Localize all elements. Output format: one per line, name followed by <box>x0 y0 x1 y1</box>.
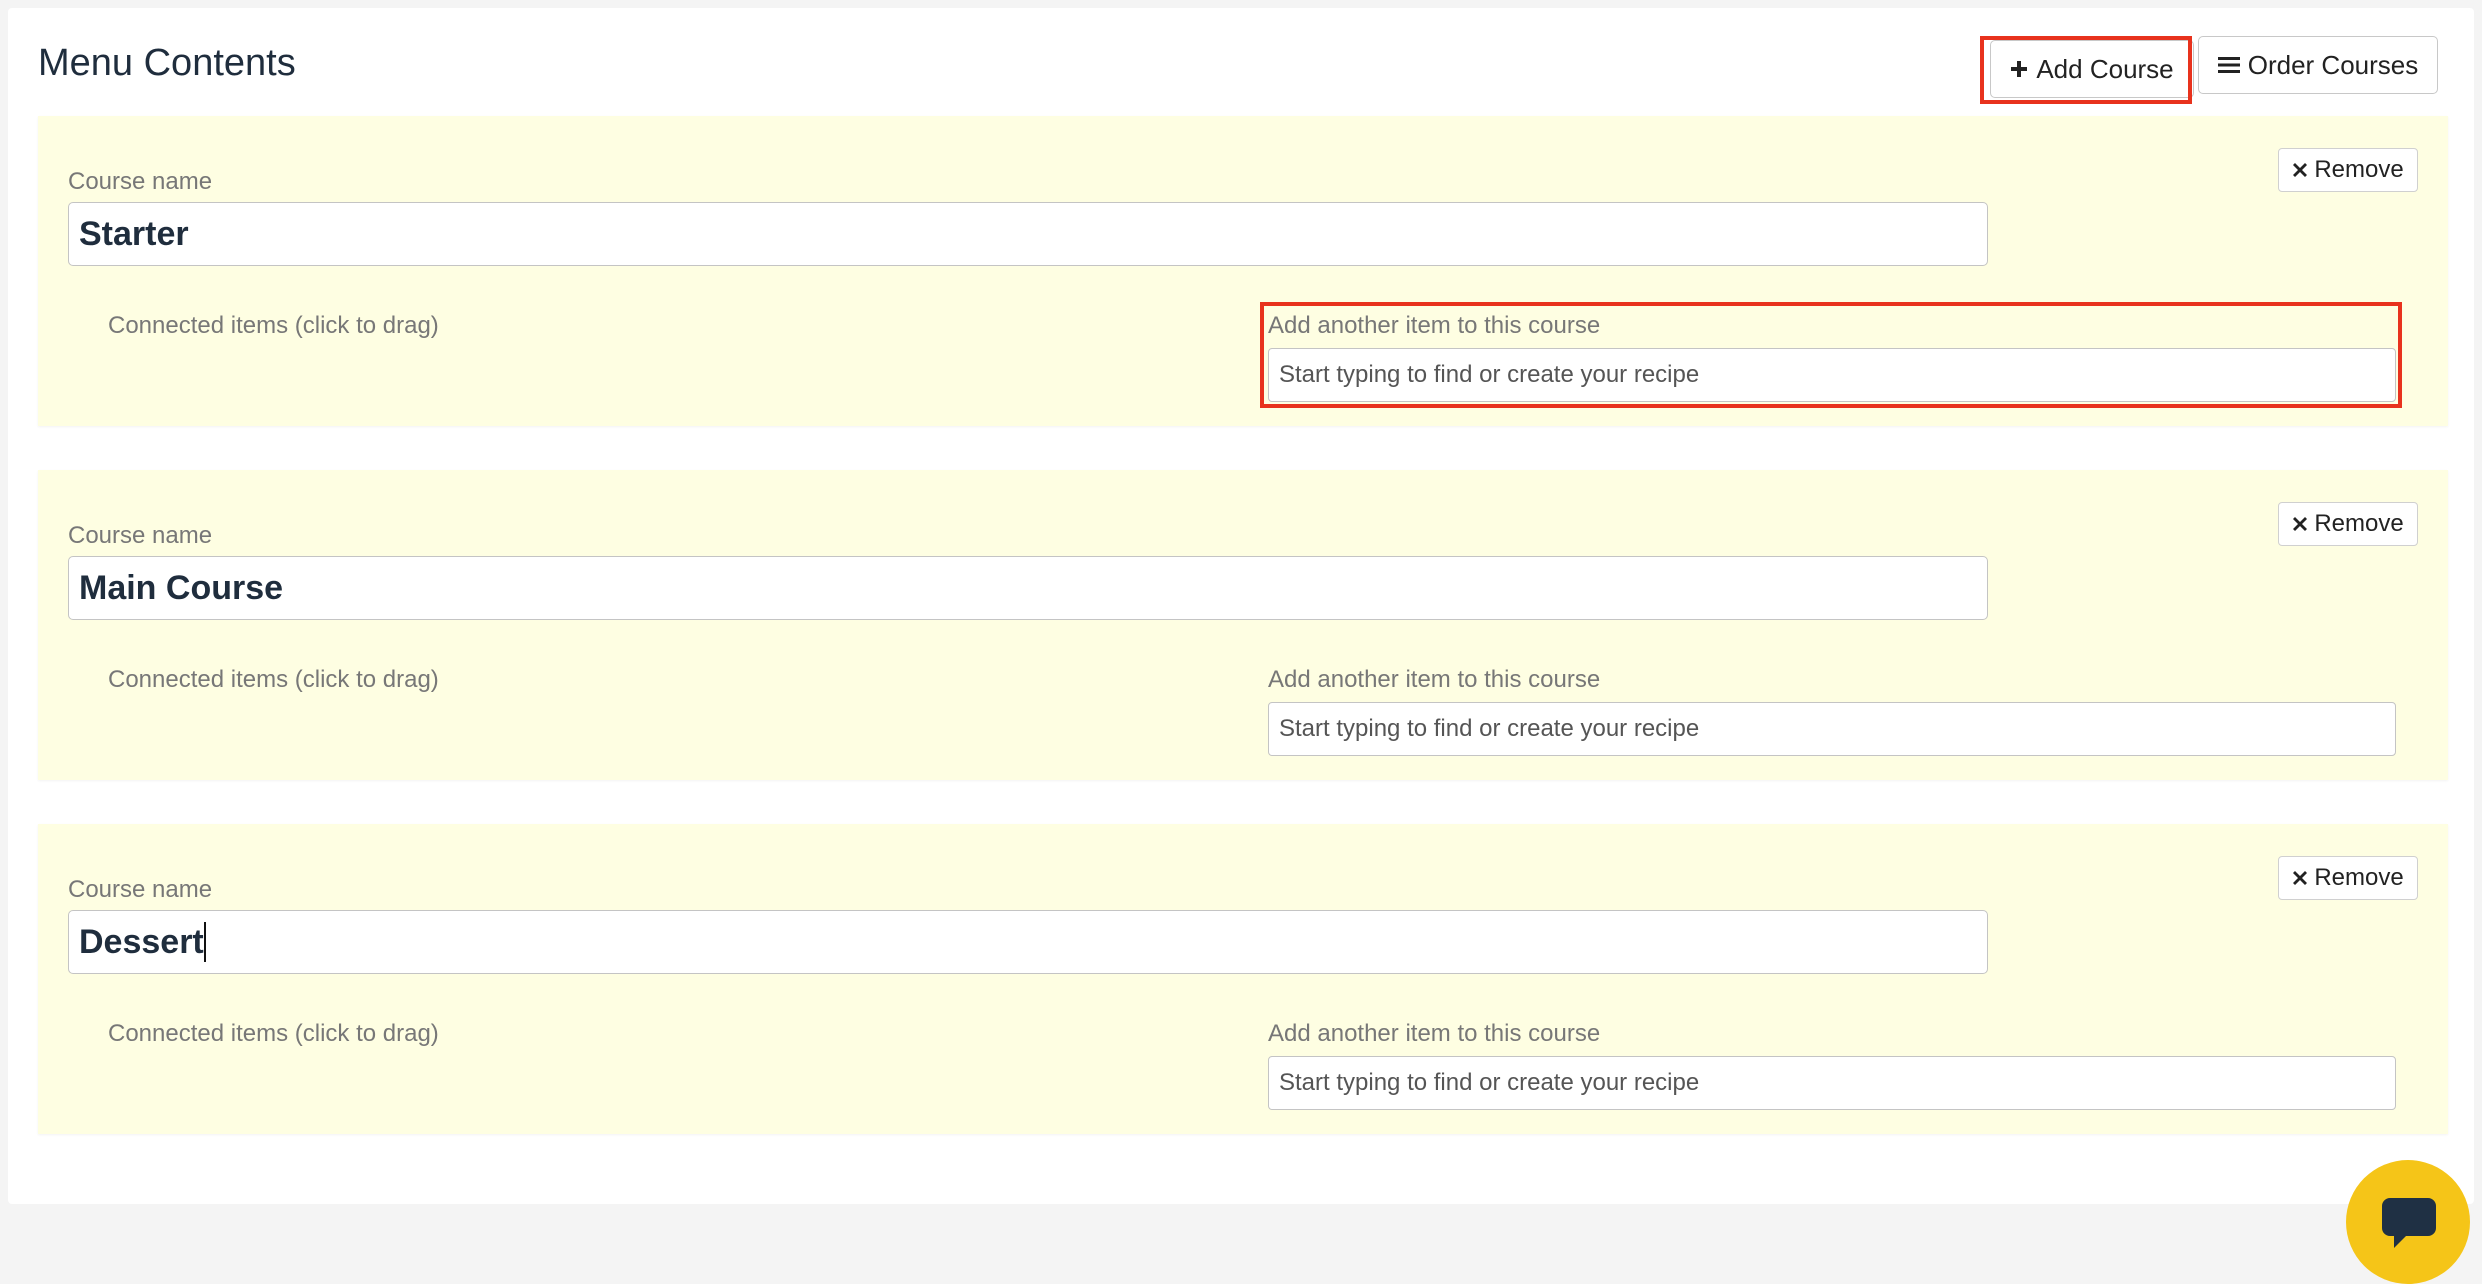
connected-items-label: Connected items (click to drag) <box>108 312 439 339</box>
add-item-label: Add another item to this course <box>1268 312 1601 339</box>
course-name-input[interactable] <box>68 910 1988 974</box>
remove-label: Remove <box>2314 864 2404 891</box>
add-item-label: Add another item to this course <box>1268 1020 1601 1047</box>
remove-course-button[interactable]: Remove <box>2278 502 2418 546</box>
course-card-starter: Course name Remove Connected items (clic… <box>38 116 2448 426</box>
course-name-label: Course name <box>68 522 213 549</box>
add-course-button[interactable]: Add Course <box>1990 40 2194 98</box>
course-name-input[interactable] <box>68 556 1988 620</box>
close-icon <box>2292 870 2308 886</box>
add-item-input[interactable] <box>1268 702 2396 756</box>
remove-label: Remove <box>2314 156 2404 183</box>
course-name-input[interactable] <box>68 202 1988 266</box>
page-title: Menu Contents <box>38 42 296 84</box>
course-card-main-course: Course name Remove Connected items (clic… <box>38 470 2448 780</box>
course-name-label: Course name <box>68 168 213 195</box>
add-course-label: Add Course <box>2036 53 2174 84</box>
list-icon <box>2217 56 2240 74</box>
chat-button[interactable] <box>2346 1160 2470 1284</box>
close-icon <box>2292 516 2308 532</box>
course-name-label: Course name <box>68 876 213 903</box>
menu-contents-panel: Menu Contents Add Course Order Courses C… <box>8 8 2474 1204</box>
plus-icon <box>2010 60 2028 78</box>
connected-items-label: Connected items (click to drag) <box>108 666 439 693</box>
order-courses-label: Order Courses <box>2247 49 2419 80</box>
connected-items-label: Connected items (click to drag) <box>108 1020 439 1047</box>
remove-label: Remove <box>2314 510 2404 537</box>
remove-course-button[interactable]: Remove <box>2278 148 2418 192</box>
order-courses-button[interactable]: Order Courses <box>2198 36 2438 94</box>
add-item-label: Add another item to this course <box>1268 666 1601 693</box>
add-item-input[interactable] <box>1268 1056 2396 1110</box>
close-icon <box>2292 162 2308 178</box>
text-cursor <box>204 922 206 962</box>
chat-icon <box>2382 1198 2436 1248</box>
course-card-dessert: Course name Remove Connected items (clic… <box>38 824 2448 1134</box>
remove-course-button[interactable]: Remove <box>2278 856 2418 900</box>
add-item-input[interactable] <box>1268 348 2396 402</box>
